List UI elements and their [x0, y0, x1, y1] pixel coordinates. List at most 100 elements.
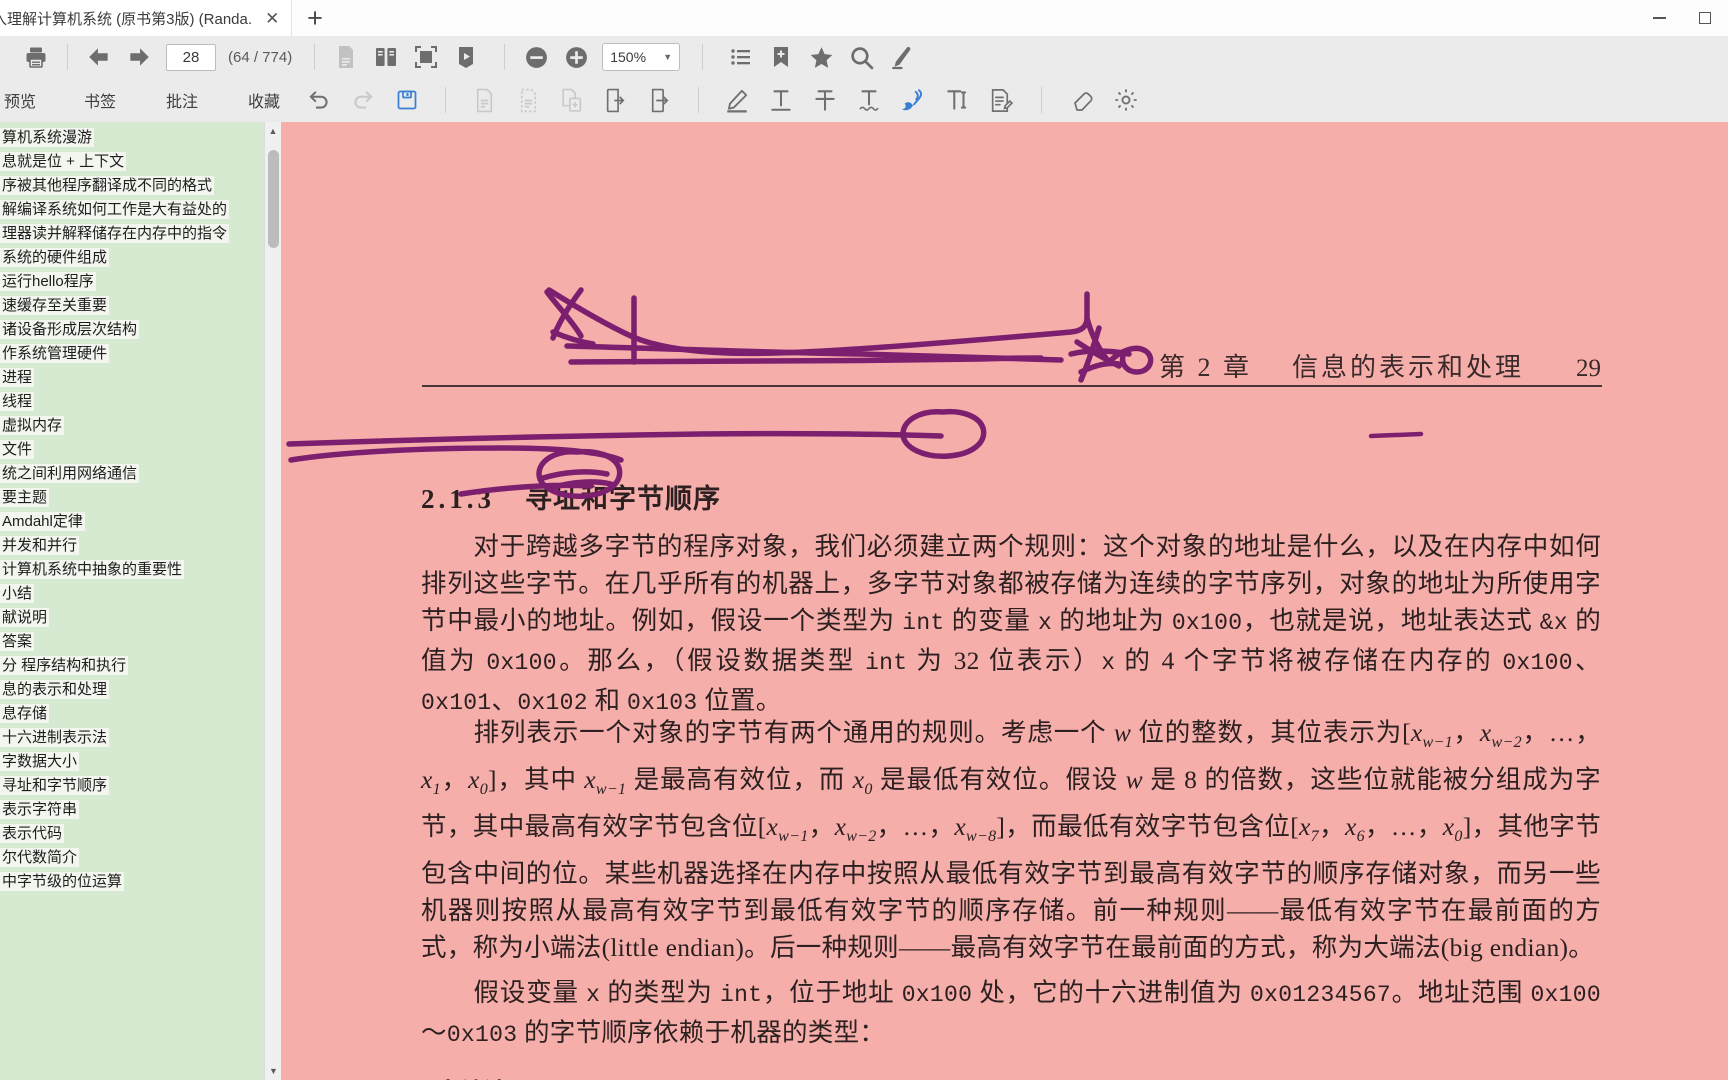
- list-item[interactable]: 统之间利用网络通信: [0, 462, 281, 485]
- sidebar-tab-favorites[interactable]: 收藏: [244, 88, 284, 112]
- underline-icon[interactable]: [759, 79, 803, 121]
- page-out-right-icon[interactable]: [638, 79, 682, 121]
- list-item[interactable]: 算机系统漫游: [0, 126, 281, 149]
- scroll-down-icon[interactable]: ▼: [265, 1062, 282, 1080]
- strikeout-icon[interactable]: [803, 79, 847, 121]
- list-item[interactable]: 字数据大小: [0, 750, 281, 773]
- bookmark-label: 文件: [0, 440, 35, 459]
- list-item[interactable]: 息的表示和处理: [0, 678, 281, 701]
- list-item[interactable]: 诸设备形成层次结构: [0, 318, 281, 341]
- list-item[interactable]: 运行hello程序: [0, 270, 281, 293]
- sticky-note-icon[interactable]: [979, 79, 1023, 121]
- fit-page-icon[interactable]: [406, 37, 446, 77]
- list-item[interactable]: 尔代数简介: [0, 846, 281, 869]
- sidebar-scrollbar[interactable]: ▲ ▼: [264, 122, 282, 1080]
- list-item[interactable]: 分 程序结构和执行: [0, 654, 281, 677]
- squiggly-underline-icon[interactable]: [847, 79, 891, 121]
- list-item[interactable]: 速缓存至关重要: [0, 294, 281, 317]
- pdf-page-view[interactable]: 第 2 章 信息的表示和处理 29 2.1.3 寻址和字节顺序 对于跨越多字节的程…: [281, 122, 1728, 1080]
- sidebar-tab-bookmarks[interactable]: 书签: [80, 88, 120, 112]
- main-toolbar: 28 (64 / 774) 150% ▼: [0, 36, 1728, 78]
- arrow-left-icon[interactable]: [79, 37, 119, 77]
- bookmark-label: 算机系统漫游: [0, 128, 95, 147]
- list-item[interactable]: 计算机系统中抽象的重要性: [0, 558, 281, 581]
- redo-icon[interactable]: [341, 79, 385, 121]
- bookmark-label: 中字节级的位运算: [0, 872, 125, 891]
- marker-pen-icon[interactable]: [881, 37, 921, 77]
- list-item[interactable]: 序被其他程序翻译成不同的格式: [0, 174, 281, 197]
- header-page-number: 29: [1576, 355, 1601, 382]
- print-icon[interactable]: [16, 37, 56, 77]
- copy-page-icon[interactable]: [462, 79, 506, 121]
- list-item[interactable]: 小结: [0, 582, 281, 605]
- bookmark-label: 诸设备形成层次结构: [0, 320, 140, 339]
- page-out-left-icon[interactable]: [594, 79, 638, 121]
- brush-pen-icon[interactable]: [891, 79, 935, 121]
- arrow-right-icon[interactable]: [119, 37, 159, 77]
- bookmark-label: 计算机系统中抽象的重要性: [0, 560, 185, 579]
- eraser-icon[interactable]: [1060, 79, 1104, 121]
- minimize-button[interactable]: [1636, 0, 1682, 36]
- list-item[interactable]: 解编译系统如何工作是大有益处的: [0, 198, 281, 221]
- undo-icon[interactable]: [297, 79, 341, 121]
- bookmark-label: 十六进制表示法: [0, 728, 110, 747]
- pdf-vertical-scrollbar[interactable]: [1724, 122, 1728, 1080]
- list-item[interactable]: 答案: [0, 630, 281, 653]
- list-item[interactable]: 中字节级的位运算: [0, 870, 281, 893]
- list-item[interactable]: Amdahl定律: [0, 510, 281, 533]
- list-item[interactable]: 献说明: [0, 606, 281, 629]
- new-tab-button[interactable]: +: [292, 0, 338, 36]
- zoom-level-select[interactable]: 150% ▼: [602, 43, 681, 71]
- star-icon[interactable]: [801, 37, 841, 77]
- bookmark-label: 分 程序结构和执行: [0, 656, 129, 675]
- list-item[interactable]: 寻址和字节顺序: [0, 774, 281, 797]
- bookmark-sidebar[interactable]: 算机系统漫游 息就是位 + 上下文 序被其他程序翻译成不同的格式 解编译系统如何…: [0, 122, 281, 1080]
- scrollbar-thumb[interactable]: [268, 150, 279, 248]
- sidebar-tab-preview[interactable]: 预览: [0, 88, 40, 112]
- list-item[interactable]: 息就是位 + 上下文: [0, 150, 281, 173]
- save-icon[interactable]: [385, 79, 429, 121]
- sidebar-tab-annotations[interactable]: 批注: [162, 88, 202, 112]
- bookmark-label: 序被其他程序翻译成不同的格式: [0, 176, 215, 195]
- list-item[interactable]: 表示字符串: [0, 798, 281, 821]
- view-mode-group: [326, 36, 486, 78]
- list-item[interactable]: 进程: [0, 366, 281, 389]
- text-insert-icon[interactable]: [935, 79, 979, 121]
- page-nav-group: 28 (64 / 774): [79, 36, 292, 78]
- bookmark-label: Amdahl定律: [0, 512, 85, 531]
- list-item[interactable]: 十六进制表示法: [0, 726, 281, 749]
- zoom-in-icon[interactable]: [556, 37, 596, 77]
- list-item[interactable]: 息存储: [0, 702, 281, 725]
- page-number-input[interactable]: 28: [166, 43, 216, 71]
- facing-page-icon[interactable]: [366, 37, 406, 77]
- bookmark-label: 表示代码: [0, 824, 65, 843]
- list-item[interactable]: 表示代码: [0, 822, 281, 845]
- highlighter-icon[interactable]: [715, 79, 759, 121]
- list-item[interactable]: 理器读并解释储存在内存中的指令: [0, 222, 281, 245]
- paste-page-icon[interactable]: [506, 79, 550, 121]
- zoom-out-icon[interactable]: [516, 37, 556, 77]
- list-item[interactable]: 要主题: [0, 486, 281, 509]
- list-item[interactable]: 文件: [0, 438, 281, 461]
- pdf-reader-window: 入理解计算机系统 (原书第3版) (Randa... ✕ + 28 (64 / …: [0, 0, 1728, 1080]
- document-tab[interactable]: 入理解计算机系统 (原书第3版) (Randa... ✕: [0, 0, 292, 36]
- bookmark-label: 表示字符串: [0, 800, 80, 819]
- list-item[interactable]: 作系统管理硬件: [0, 342, 281, 365]
- close-icon[interactable]: ✕: [263, 10, 281, 27]
- add-page-icon[interactable]: [550, 79, 594, 121]
- presentation-icon[interactable]: [446, 37, 486, 77]
- list-item[interactable]: 虚拟内存: [0, 414, 281, 437]
- scroll-up-icon[interactable]: ▲: [265, 122, 281, 140]
- list-item[interactable]: 线程: [0, 390, 281, 413]
- gear-icon[interactable]: [1104, 79, 1148, 121]
- maximize-button[interactable]: [1682, 0, 1728, 36]
- paragraph-1: 对于跨越多字节的程序对象，我们必须建立两个规则：这个对象的地址是什么，以及在内存…: [421, 532, 1601, 716]
- list-icon[interactable]: [721, 37, 761, 77]
- search-icon[interactable]: [841, 37, 881, 77]
- tools-group: [721, 36, 921, 78]
- paragraph-2: 排列表示一个对象的字节有两个通用的规则。考虑一个 w 位的整数，其位表示为[xw…: [421, 718, 1601, 963]
- list-item[interactable]: 并发和并行: [0, 534, 281, 557]
- bookmark-add-icon[interactable]: [761, 37, 801, 77]
- single-page-icon[interactable]: [326, 37, 366, 77]
- list-item[interactable]: 系统的硬件组成: [0, 246, 281, 269]
